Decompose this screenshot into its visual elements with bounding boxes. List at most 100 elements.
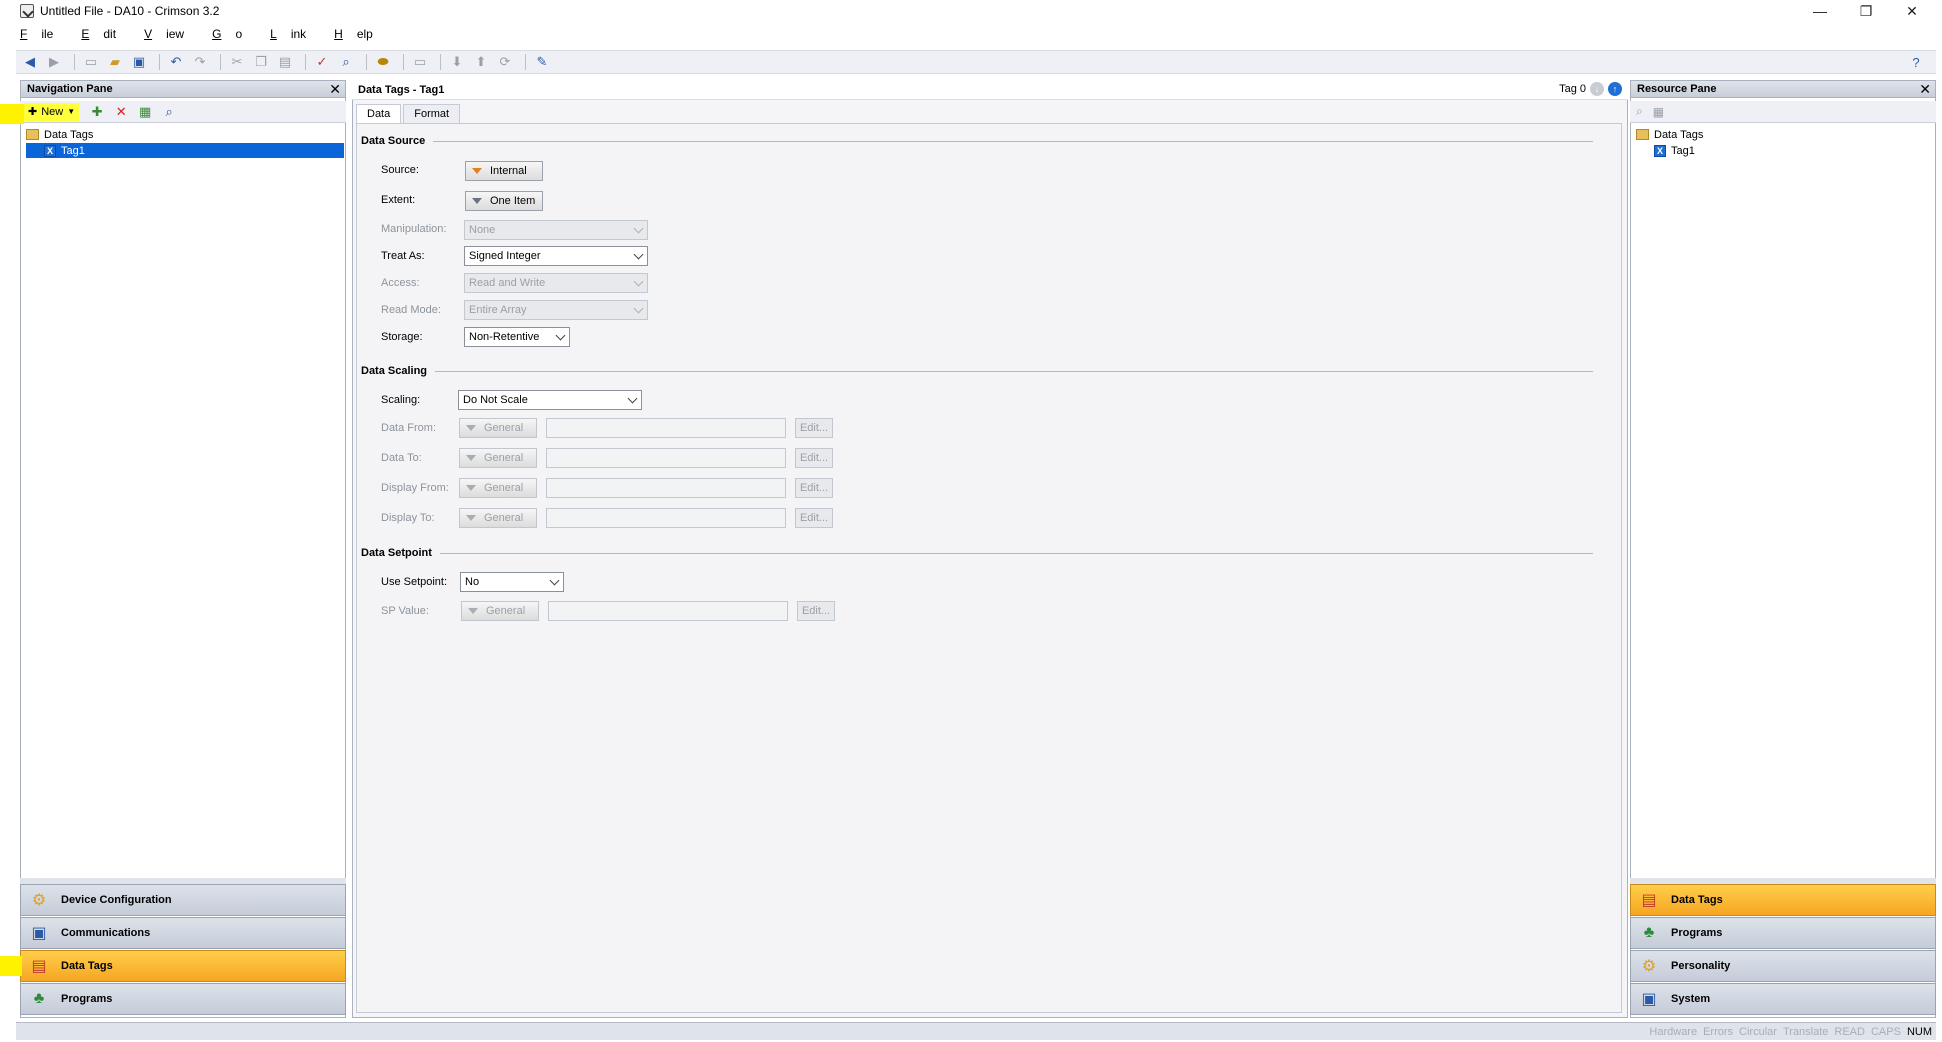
display-from-input[interactable] [546, 478, 786, 498]
data-from-type-button[interactable]: General [459, 418, 537, 438]
tools-icon[interactable]: ✎ [532, 52, 552, 72]
resource-category-system[interactable]: ▣ System [1630, 983, 1936, 1015]
data-to-type-button[interactable]: General [459, 448, 537, 468]
data-to-edit-button[interactable]: Edit... [795, 448, 833, 468]
undo-icon[interactable]: ↶ [166, 52, 186, 72]
menu-view[interactable]: View [144, 27, 198, 41]
device-icon[interactable]: ▭ [410, 52, 430, 72]
category-device-configuration[interactable]: ⚙ Device Configuration [20, 884, 346, 916]
menu-edit[interactable]: Edit [81, 27, 130, 41]
resource-toolbar: ⌕ ▦ [1630, 101, 1936, 123]
redo-icon[interactable]: ↷ [190, 52, 210, 72]
properties-icon[interactable]: ▦ [135, 102, 155, 122]
close-button[interactable]: ✕ [1889, 0, 1935, 22]
previous-tag-icon[interactable]: ↓ [1590, 82, 1604, 96]
status-translate: Translate [1782, 1025, 1829, 1038]
use-setpoint-select[interactable]: No [460, 572, 564, 592]
menu-go[interactable]: Go [212, 27, 256, 41]
resource-tree-item-data-tags[interactable]: Data Tags [1636, 127, 1703, 142]
close-pane-icon[interactable]: ✕ [329, 81, 341, 98]
spell-check-icon[interactable]: ✓ [312, 52, 332, 72]
restore-button[interactable]: ❐ [1843, 0, 1889, 22]
tags-icon: ▤ [31, 958, 47, 975]
open-folder-icon[interactable]: ▰ [105, 52, 125, 72]
highlight-mark [0, 104, 24, 124]
filter-icon[interactable]: ▦ [1653, 105, 1664, 119]
display-from-edit-button[interactable]: Edit... [795, 478, 833, 498]
tag-icon: X [1654, 144, 1666, 157]
add-folder-icon[interactable]: ✚ [87, 102, 107, 122]
category-data-tags[interactable]: ▤ Data Tags [20, 950, 346, 982]
access-label: Access: [381, 277, 420, 289]
dropdown-arrow-icon [468, 608, 478, 614]
help-icon[interactable]: ? [1906, 52, 1926, 72]
section-data-scaling: Data Scaling [361, 365, 1593, 377]
update-icon[interactable]: ⟳ [495, 52, 515, 72]
gear-icon: ⚙ [31, 892, 47, 909]
display-from-type-button[interactable]: General [459, 478, 537, 498]
resource-category-data-tags[interactable]: ▤ Data Tags [1630, 884, 1936, 916]
sp-value-edit-button[interactable]: Edit... [797, 601, 835, 621]
back-icon[interactable]: ◀ [20, 52, 40, 72]
chevron-down-icon [633, 223, 644, 234]
display-to-input[interactable] [546, 508, 786, 528]
storage-select[interactable]: Non-Retentive [464, 327, 570, 347]
category-communications[interactable]: ▣ Communications [20, 917, 346, 949]
copy-icon[interactable]: ❐ [251, 52, 271, 72]
next-tag-icon[interactable]: ↑ [1608, 82, 1622, 96]
tab-data[interactable]: Data [356, 104, 402, 124]
programs-icon: ♣ [33, 990, 45, 1007]
find-replace-icon[interactable]: ⌕ [336, 52, 356, 72]
chevron-down-icon [627, 393, 638, 404]
tree-item-tag1[interactable]: X Tag1 [26, 143, 344, 158]
search-icon[interactable]: ⌕ [1636, 104, 1643, 119]
tab-format[interactable]: Format [403, 104, 461, 124]
menu-file[interactable]: File [20, 27, 67, 41]
menu-help[interactable]: Help [334, 27, 387, 41]
menu-link[interactable]: Link [270, 27, 320, 41]
upload-icon[interactable]: ⬆ [471, 52, 491, 72]
access-select[interactable]: Read and Write [464, 273, 648, 293]
sp-value-input[interactable] [548, 601, 788, 621]
window-title: Untitled File - DA10 - Crimson 3.2 [40, 4, 220, 18]
display-to-type-button[interactable]: General [459, 508, 537, 528]
resource-category-personality[interactable]: ⚙ Personality [1630, 950, 1936, 982]
data-from-input[interactable] [546, 418, 786, 438]
resource-tree-item-tag1[interactable]: X Tag1 [1654, 143, 1695, 158]
data-from-edit-button[interactable]: Edit... [795, 418, 833, 438]
dropdown-arrow-icon [466, 425, 476, 431]
sp-value-type-button[interactable]: General [461, 601, 539, 621]
editor-title: Data Tags - Tag1 [358, 83, 445, 96]
navigation-pane-header: Navigation Pane ✕ [20, 80, 346, 98]
paste-icon[interactable]: ▤ [275, 52, 295, 72]
new-file-icon[interactable]: ▭ [81, 52, 101, 72]
download-icon[interactable]: ⬇ [447, 52, 467, 72]
display-from-label: Display From: [381, 482, 449, 494]
category-programs[interactable]: ♣ Programs [20, 983, 346, 1015]
search-icon[interactable]: ⌕ [159, 102, 179, 122]
data-to-input[interactable] [546, 448, 786, 468]
scaling-select[interactable]: Do Not Scale [458, 390, 642, 410]
forward-icon[interactable]: ▶ [44, 52, 64, 72]
treat-as-select[interactable]: Signed Integer [464, 246, 648, 266]
new-button[interactable]: ✚ New ▼ [24, 102, 80, 121]
manipulation-select[interactable]: None [464, 220, 648, 240]
delete-icon[interactable]: ✕ [111, 102, 131, 122]
close-pane-icon[interactable]: ✕ [1919, 81, 1931, 98]
sp-value-label: SP Value: [381, 605, 429, 617]
minimize-button[interactable]: — [1797, 0, 1843, 22]
read-mode-select[interactable]: Entire Array [464, 300, 648, 320]
status-num: NUM [1906, 1025, 1932, 1038]
toolbar-separator [403, 54, 404, 70]
display-to-edit-button[interactable]: Edit... [795, 508, 833, 528]
gear-icon: ⚙ [1641, 958, 1657, 975]
source-button[interactable]: Internal [465, 161, 543, 181]
link-icon[interactable]: ⬬ [373, 52, 393, 72]
tree-item-data-tags[interactable]: Data Tags [26, 127, 93, 142]
status-hardware: Hardware [1649, 1025, 1698, 1038]
resource-category-programs[interactable]: ♣ Programs [1630, 917, 1936, 949]
cut-icon[interactable]: ✂ [227, 52, 247, 72]
dropdown-arrow-icon [472, 198, 482, 204]
save-icon[interactable]: ▣ [129, 52, 149, 72]
extent-button[interactable]: One Item [465, 191, 543, 211]
